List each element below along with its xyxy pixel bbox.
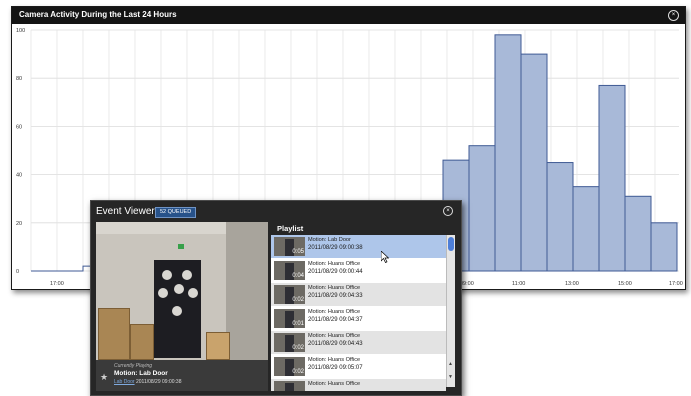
y-tick-label: 20	[16, 221, 22, 227]
video-player[interactable]	[96, 222, 268, 360]
playlist-item-text: Motion: Huans Office 2011/08/29 09:04:37	[308, 309, 363, 323]
playlist-item-datetime: 2011/08/29 09:00:44	[308, 268, 363, 275]
close-icon[interactable]: ×	[443, 206, 453, 216]
playlist-item-text: Motion: Huans Office 2011/08/29 09:04:43	[308, 333, 363, 347]
bar	[650, 222, 678, 272]
scroll-up-icon[interactable]: ▲	[448, 361, 453, 367]
chart-header: Camera Activity During the Last 24 Hours…	[12, 7, 685, 24]
thumbnail	[274, 381, 305, 391]
bar	[520, 53, 548, 272]
playlist-item-text: Motion: Huans Office 2011/08/29 09:05:07	[308, 357, 363, 371]
duration: 0:02	[292, 369, 304, 375]
door-disc	[182, 270, 192, 280]
door-disc	[162, 270, 172, 280]
star-icon[interactable]: ★	[100, 372, 108, 383]
video-box	[206, 332, 230, 360]
thumbnail: 0:02	[274, 357, 305, 376]
door-disc	[174, 284, 184, 294]
door-disc	[188, 288, 198, 298]
playlist-item[interactable]: 0:05 Motion: Lab Door 2011/08/29 09:00:38	[271, 235, 446, 258]
video-ceiling	[96, 222, 226, 234]
playlist-scrollbar[interactable]: ▲ ▼	[446, 235, 455, 387]
playlist-item-text: Motion: Huans Office 2011/08/29 09:04:33	[308, 285, 363, 299]
duration: 0:01	[292, 321, 304, 327]
currently-playing-title: Motion: Lab Door	[114, 370, 168, 377]
thumbnail-door	[285, 383, 294, 391]
duration: 0:02	[292, 297, 304, 303]
chart-title: Camera Activity During the Last 24 Hours	[19, 10, 177, 19]
playlist-item-text: Motion: Huans Office 2011/08/29 09:00:44	[308, 261, 363, 275]
playlist-item-title: Motion: Huans Office	[308, 261, 361, 267]
close-icon[interactable]: ×	[668, 10, 679, 21]
thumbnail: 0:01	[274, 309, 305, 328]
playlist-item-text: Motion: Lab Door 2011/08/29 09:00:38	[308, 237, 363, 251]
bar	[468, 145, 496, 272]
thumbnail: 0:02	[274, 285, 305, 304]
x-tick-label: 13:00	[565, 281, 579, 287]
scrollbar-thumb[interactable]	[448, 237, 454, 251]
playlist-item-datetime: 2011/08/29 09:04:43	[308, 340, 363, 347]
playlist-item[interactable]: 0:02 Motion: Huans Office 2011/08/29 09:0…	[271, 355, 446, 378]
playlist-item[interactable]: 0:02 Motion: Huans Office 2011/08/29 09:0…	[271, 283, 446, 306]
video-door	[154, 260, 201, 358]
thumbnail: 0:04	[274, 261, 305, 280]
currently-playing-label: Currently Playing	[114, 363, 153, 369]
video-box	[98, 308, 130, 360]
currently-playing-details: Lab Door 2011/08/29 09:00:38	[114, 379, 181, 385]
bar	[572, 186, 600, 272]
now-playing-bar: ★ Currently Playing Motion: Lab Door Lab…	[96, 360, 268, 391]
thumbnail: 0:05	[274, 237, 305, 256]
mouse-cursor-icon	[381, 251, 389, 263]
y-tick-label: 80	[16, 76, 22, 82]
playlist: 0:05 Motion: Lab Door 2011/08/29 09:00:38…	[271, 235, 446, 391]
thumbnail: 0:02	[274, 333, 305, 352]
y-tick-label: 40	[16, 173, 22, 179]
video-box	[130, 324, 154, 360]
bar	[494, 34, 522, 272]
door-disc	[172, 306, 182, 316]
duration: 0:04	[292, 273, 304, 279]
playlist-item-datetime: 2011/08/29 09:04:33	[308, 292, 363, 299]
playlist-item-title: Motion: Huans Office	[308, 381, 361, 387]
playlist-item-text: Motion: Huans Office	[308, 381, 361, 389]
event-viewer-title: Event Viewer	[96, 206, 155, 217]
currently-playing-datetime: 2011/08/29 09:00:38	[135, 379, 182, 385]
camera-link[interactable]: Lab Door	[114, 379, 135, 385]
x-tick-label: 11:00	[512, 281, 525, 287]
door-disc	[158, 288, 168, 298]
playlist-title: Playlist	[277, 224, 304, 233]
scroll-down-icon[interactable]: ▼	[448, 374, 453, 380]
y-tick-label: 0	[16, 269, 19, 275]
bar	[624, 195, 652, 272]
bar	[546, 162, 574, 272]
video-wall	[226, 222, 268, 360]
exit-sign	[178, 244, 184, 249]
playlist-item-datetime: 2011/08/29 09:04:37	[308, 316, 363, 323]
x-tick-label: 09:00	[460, 281, 474, 287]
y-tick-label: 60	[16, 124, 22, 130]
x-tick-label: 17:00	[669, 281, 683, 287]
playlist-item-datetime: 2011/08/29 09:05:07	[308, 364, 363, 371]
playlist-item[interactable]: 0:04 Motion: Huans Office 2011/08/29 09:0…	[271, 259, 446, 282]
duration: 0:02	[292, 345, 304, 351]
playlist-item[interactable]: 0:01 Motion: Huans Office 2011/08/29 09:0…	[271, 307, 446, 330]
playlist-item-title: Motion: Huans Office	[308, 333, 361, 339]
y-tick-label: 100	[16, 28, 25, 34]
playlist-item-title: Motion: Huans Office	[308, 309, 361, 315]
queued-badge: 52 QUEUED	[155, 207, 197, 218]
x-tick-label: 15:00	[618, 281, 632, 287]
playlist-item[interactable]: Motion: Huans Office	[271, 379, 446, 391]
playlist-item-title: Motion: Lab Door	[308, 237, 351, 243]
duration: 0:05	[292, 249, 304, 255]
playlist-item-title: Motion: Huans Office	[308, 285, 361, 291]
playlist-item-title: Motion: Huans Office	[308, 357, 361, 363]
bar	[598, 84, 626, 272]
playlist-item-datetime: 2011/08/29 09:00:38	[308, 244, 363, 251]
event-viewer-panel: Event Viewer 52 QUEUED × ★ Currently Pla…	[90, 200, 462, 396]
playlist-item[interactable]: 0:02 Motion: Huans Office 2011/08/29 09:0…	[271, 331, 446, 354]
x-tick-label: 17:00	[50, 281, 64, 287]
